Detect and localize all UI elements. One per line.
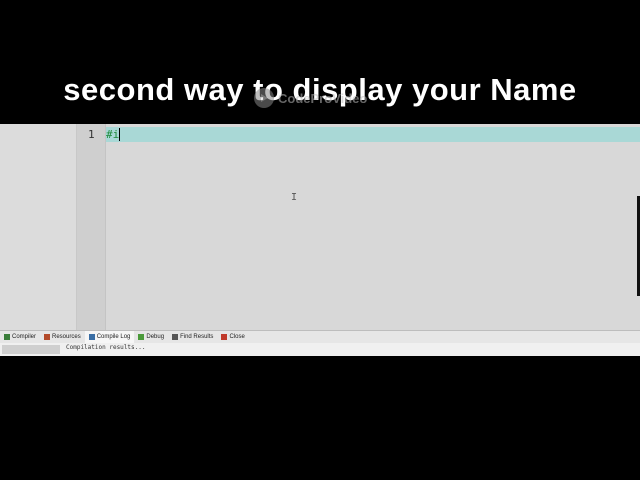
tab-label: Compiler	[12, 334, 37, 340]
tab-compile-log[interactable]: Compile Log	[84, 331, 135, 343]
code-editor[interactable]	[106, 124, 640, 330]
current-line-highlight	[106, 127, 640, 142]
ide-window: 1 #i I Compiler Resources Compile Log Debug…	[0, 124, 640, 356]
tab-label: Resources	[52, 334, 81, 340]
ibeam-cursor-icon: I	[291, 192, 298, 203]
tab-label: Close	[229, 334, 245, 340]
code-line[interactable]: #i	[106, 128, 119, 141]
log-text: Compilation results...	[66, 344, 146, 351]
watermark-text: CodeProVideo	[278, 90, 368, 106]
debug-check-icon	[138, 334, 145, 340]
compiler-grid-icon	[4, 334, 10, 340]
tab-close[interactable]: Close	[217, 331, 248, 343]
tab-compiler[interactable]: Compiler	[0, 331, 40, 343]
watermark-logo-icon	[254, 88, 274, 108]
close-icon	[221, 334, 228, 340]
log-sidebar	[2, 345, 60, 354]
tab-label: Debug	[146, 334, 165, 340]
watermark: CodeProVideo	[254, 88, 367, 108]
text-caret	[119, 128, 120, 141]
tab-resources[interactable]: Resources	[40, 331, 85, 343]
tab-find-results[interactable]: Find Results	[168, 331, 217, 343]
tab-label: Compile Log	[96, 334, 131, 340]
tab-label: Find Results	[180, 334, 214, 340]
line-number: 1	[88, 128, 95, 141]
compile-log-icon	[88, 334, 95, 340]
bottom-panel-tabs: Compiler Resources Compile Log Debug Find Re…	[0, 330, 640, 344]
resources-icon	[44, 334, 51, 340]
project-pane[interactable]	[0, 124, 77, 330]
line-number-gutter	[77, 124, 106, 330]
tab-debug[interactable]: Debug	[134, 331, 168, 343]
find-results-icon	[172, 334, 179, 340]
compile-log-panel: Compilation results...	[0, 343, 640, 356]
